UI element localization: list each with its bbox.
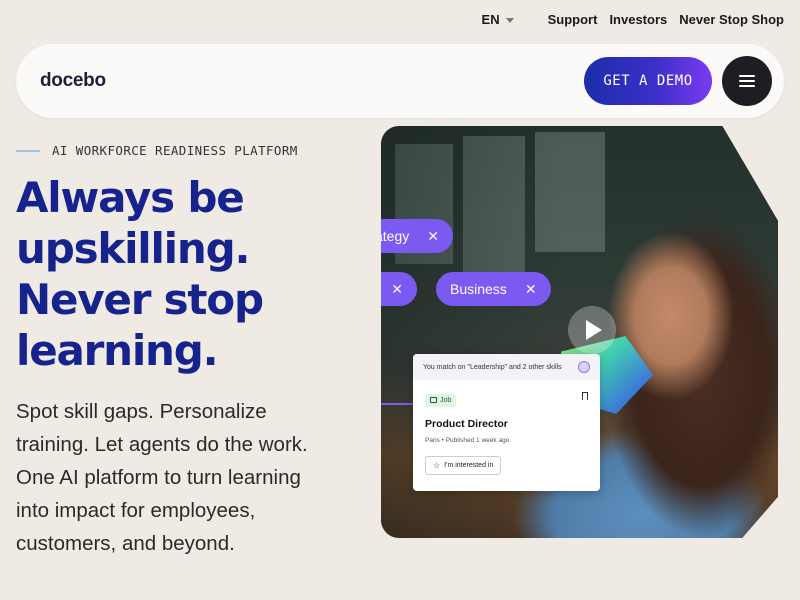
job-match-header: You match on "Leadership" and 2 other sk… <box>413 354 600 380</box>
get-a-demo-button[interactable]: GET A DEMO <box>584 57 712 105</box>
hamburger-icon-line <box>739 85 755 87</box>
interested-button[interactable]: ☆ I'm interested in <box>425 456 502 475</box>
chip-label: ategy <box>381 228 410 244</box>
logo[interactable]: docebo <box>40 70 106 92</box>
job-title: Product Director <box>425 418 508 430</box>
close-icon[interactable]: ✕ <box>427 228 439 245</box>
utility-nav: EN Support Investors Never Stop Shop <box>482 12 784 27</box>
chip-label: Business <box>450 281 507 297</box>
job-card[interactable]: You match on "Leadership" and 2 other sk… <box>413 354 600 491</box>
main-header: docebo GET A DEMO <box>16 44 784 118</box>
hamburger-icon <box>739 75 755 77</box>
language-label: EN <box>481 12 500 27</box>
bookmark-icon[interactable] <box>582 392 588 400</box>
match-text: You match on "Leadership" and 2 other sk… <box>423 363 562 371</box>
headline-line: upskilling. <box>16 224 250 273</box>
never-stop-shop-link[interactable]: Never Stop Shop <box>679 12 784 27</box>
eyebrow-text: AI WORKFORCE READINESS PLATFORM <box>52 143 298 158</box>
headline-line: learning. <box>16 326 219 375</box>
eyebrow: AI WORKFORCE READINESS PLATFORM <box>16 143 298 158</box>
star-icon: ☆ <box>433 461 441 470</box>
headline-line: Always be <box>16 173 245 222</box>
header-actions: GET A DEMO <box>584 56 772 106</box>
language-selector[interactable]: EN <box>482 12 514 27</box>
play-icon <box>586 320 602 340</box>
headline-line: Never stop <box>16 275 264 324</box>
accent-line <box>381 403 413 405</box>
hero-headline: Always be upskilling. Never stop learnin… <box>16 172 356 376</box>
job-card-body: Job Product Director Paris • Published 1… <box>413 380 600 485</box>
investors-link[interactable]: Investors <box>609 12 667 27</box>
job-tag-label: Job <box>440 396 452 404</box>
close-icon[interactable]: ✕ <box>391 281 403 298</box>
interested-label: I'm interested in <box>444 462 494 469</box>
hamburger-icon-line <box>739 80 755 82</box>
support-link[interactable]: Support <box>548 12 598 27</box>
play-button[interactable] <box>568 306 616 354</box>
close-icon[interactable]: ✕ <box>525 281 537 298</box>
ai-badge-icon <box>578 361 590 373</box>
hero-video[interactable]: ategy ✕ ✕ Business ✕ You match on "Leade… <box>381 126 778 538</box>
eyebrow-divider <box>16 149 40 152</box>
job-meta: Paris • Published 1 week ago <box>425 437 510 444</box>
job-tag: Job <box>425 393 457 407</box>
menu-button[interactable] <box>722 56 772 106</box>
chevron-down-icon <box>505 18 514 23</box>
skill-chip[interactable]: ✕ <box>381 272 417 306</box>
briefcase-icon <box>430 397 437 403</box>
skill-chip[interactable]: Business ✕ <box>436 272 551 306</box>
hero-body: Spot skill gaps. Personalize training. L… <box>16 400 308 555</box>
skill-chip[interactable]: ategy ✕ <box>381 219 453 253</box>
